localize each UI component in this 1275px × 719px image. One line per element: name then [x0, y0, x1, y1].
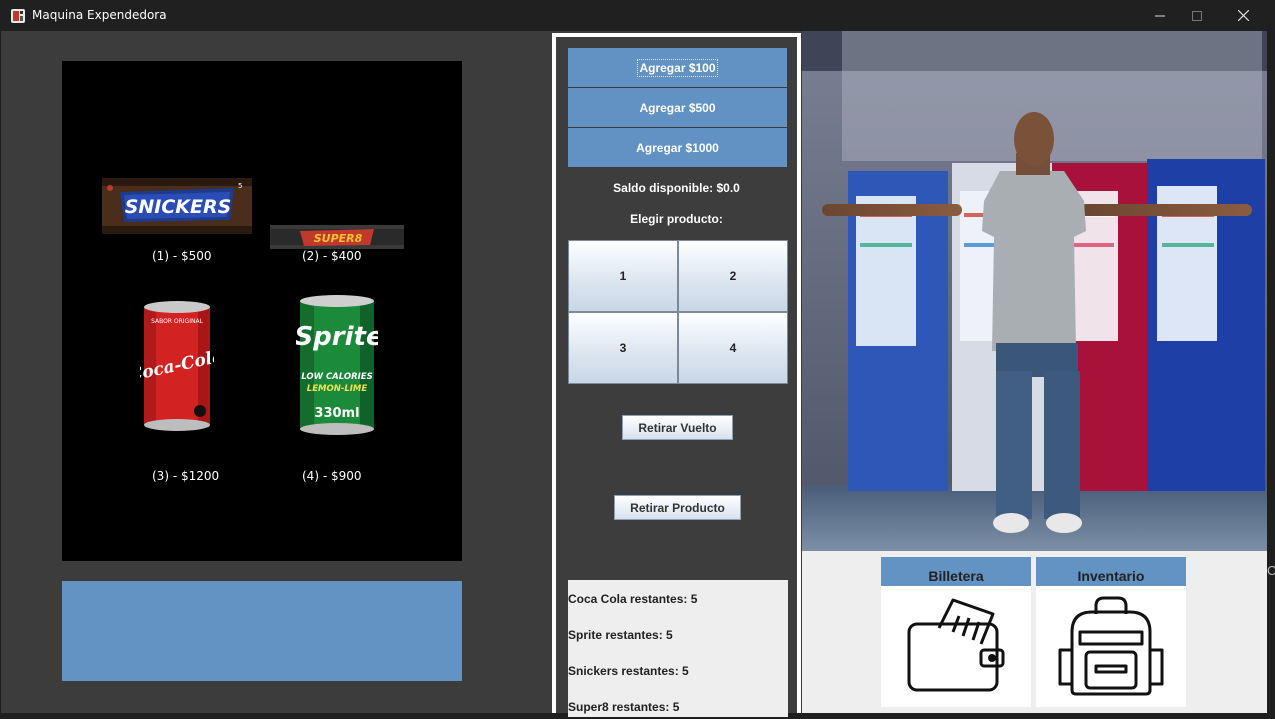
wallet-card[interactable]: Billetera	[881, 557, 1031, 707]
maximize-icon	[1192, 10, 1202, 21]
backpack-icon	[1058, 596, 1164, 696]
window-title: Maquina Expendedora	[32, 8, 167, 22]
withdraw-change-button[interactable]: Retirar Vuelto	[622, 415, 733, 440]
minimize-icon	[1155, 15, 1165, 16]
balance-label: Saldo disponible: $0.0	[613, 181, 740, 195]
product-selector-grid: 1 2 3 4	[568, 240, 788, 384]
sprite-volume-text: 330ml	[314, 406, 359, 421]
coca-cola-count: Coca Cola restantes: 5	[568, 592, 698, 606]
lower-right-panel: Billetera Inventario	[802, 551, 1267, 713]
coke-band-text: SABOR ORIGINAL	[151, 318, 204, 325]
control-panel: Agregar $100 Agregar $500 Agregar $1000 …	[552, 33, 801, 717]
close-icon	[1237, 10, 1249, 21]
sprite-count: Sprite restantes: 5	[568, 628, 673, 642]
product-display: SNICKERS 5 SUPER8 (1) - $500 (2) - $400 …	[62, 61, 462, 561]
wallet-title: Billetera	[881, 557, 1031, 586]
add-100-label: Agregar $100	[637, 58, 718, 77]
scene-image	[802, 31, 1267, 551]
inventory-card[interactable]: Inventario	[1036, 557, 1186, 707]
inventory-title: Inventario	[1036, 557, 1186, 586]
select-product-4-button[interactable]: 4	[679, 313, 787, 383]
close-button[interactable]	[1220, 0, 1266, 31]
add-500-button[interactable]: Agregar $500	[568, 88, 787, 127]
select-product-3-button[interactable]: 3	[569, 313, 677, 383]
withdraw-product-button[interactable]: Retirar Producto	[614, 495, 741, 520]
snickers-image: SNICKERS 5	[102, 178, 252, 234]
sprite-image: Sprite LOW CALORIES LEMON-LIME 330ml	[296, 295, 378, 435]
inventory-status-box: Coca Cola restantes: 5 Sprite restantes:…	[568, 580, 788, 717]
sprite-logo-text: Sprite	[296, 322, 378, 352]
maximize-button[interactable]	[1174, 0, 1220, 31]
sprite-calories-text: LOW CALORIES	[301, 372, 372, 382]
sprite-flavor-text: LEMON-LIME	[307, 384, 368, 394]
wallet-icon	[907, 598, 1005, 692]
product-1-label: (1) - $500	[152, 249, 212, 263]
snickers-weight: 5	[238, 182, 242, 190]
title-bar: Maquina Expendedora	[0, 0, 1275, 31]
edge-character: C	[1267, 563, 1275, 578]
app-content: SNICKERS 5 SUPER8 (1) - $500 (2) - $400 …	[1, 31, 1275, 717]
product-4-label: (4) - $900	[302, 469, 362, 483]
add-1000-button[interactable]: Agregar $1000	[568, 128, 787, 167]
super8-count: Super8 restantes: 5	[568, 700, 680, 714]
choose-product-label: Elegir producto:	[630, 212, 723, 226]
select-product-1-button[interactable]: 1	[569, 241, 677, 311]
product-3-label: (3) - $1200	[152, 469, 220, 483]
super8-image: SUPER8	[270, 225, 404, 249]
snickers-logo-text: SNICKERS	[125, 196, 232, 218]
product-2-label: (2) - $400	[302, 249, 362, 263]
snickers-count: Snickers restantes: 5	[568, 664, 689, 678]
coca-cola-image: SABOR ORIGINAL Coca-Cola	[140, 301, 214, 431]
super8-logo-text: SUPER8	[314, 232, 363, 245]
add-100-button[interactable]: Agregar $100	[568, 48, 787, 87]
select-product-2-button[interactable]: 2	[679, 241, 787, 311]
message-panel	[62, 581, 462, 681]
character-scene	[802, 31, 1267, 551]
app-icon	[11, 9, 25, 23]
